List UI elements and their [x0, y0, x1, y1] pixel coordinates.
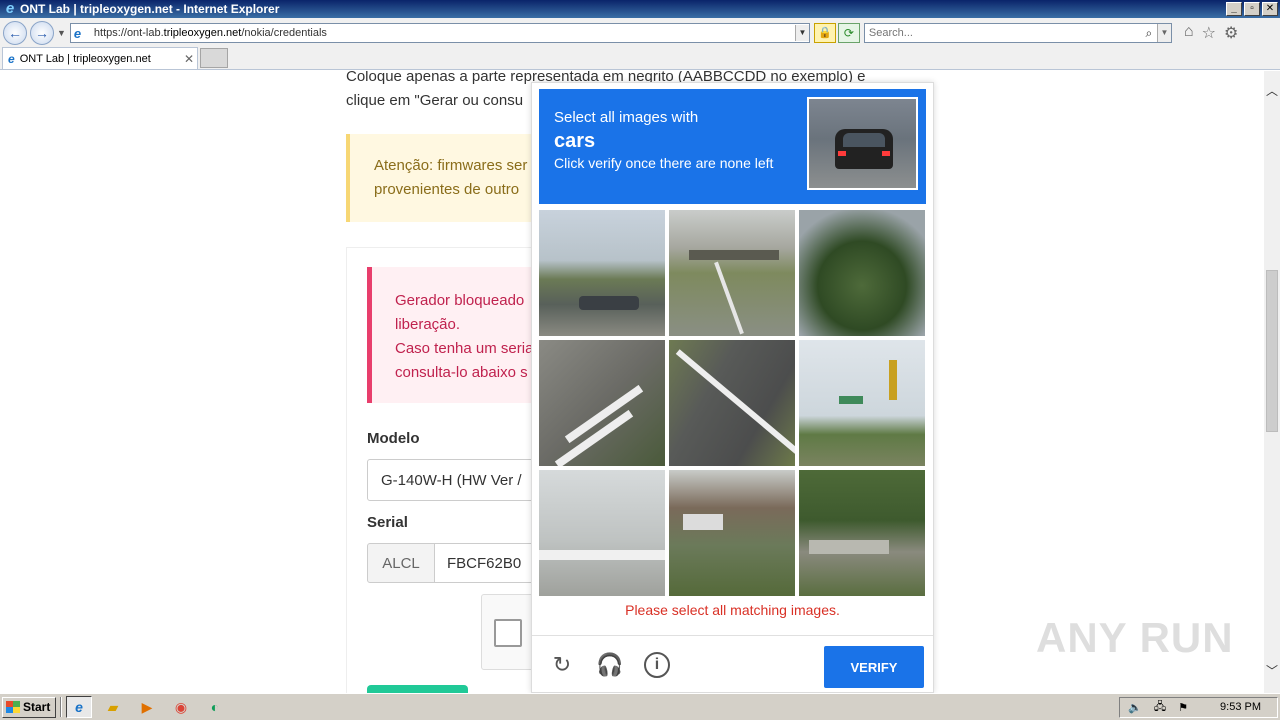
scroll-thumb[interactable] — [1266, 270, 1278, 432]
tab-favicon-icon: e — [8, 51, 15, 66]
search-icon[interactable]: ⌕ — [1141, 26, 1157, 41]
generate-button[interactable] — [367, 685, 468, 693]
serial-label: Serial — [367, 514, 408, 531]
captcha-header: Select all images with cars Click verify… — [539, 89, 926, 204]
tab-ont-lab[interactable]: e ONT Lab | tripleoxygen.net ✕ — [2, 47, 198, 69]
window-title-bar: e ONT Lab | tripleoxygen.net - Internet … — [0, 0, 1280, 18]
settings-gear-icon[interactable]: ⚙ — [1224, 23, 1238, 43]
captcha-instruction: Click verify once there are none left — [554, 155, 774, 171]
home-icon[interactable]: ⌂ — [1184, 23, 1194, 43]
new-tab-button[interactable] — [200, 48, 228, 68]
search-dropdown-icon[interactable]: ▼ — [1156, 24, 1171, 42]
lock-icon[interactable]: 🔒 — [813, 23, 836, 43]
refresh-challenge-icon[interactable]: ↻ — [548, 651, 576, 679]
chrome-taskbar-icon[interactable]: ◉ — [168, 696, 194, 718]
captcha-tile-4[interactable] — [539, 340, 665, 466]
history-dropdown-icon[interactable]: ▼ — [57, 28, 66, 38]
captcha-example-image — [807, 97, 918, 190]
page-scrollbar[interactable]: ︿ ﹀ — [1264, 71, 1280, 693]
captcha-tile-2[interactable] — [669, 210, 795, 336]
window-controls: _ ▫ ✕ — [1226, 2, 1278, 16]
scroll-down-icon[interactable]: ﹀ — [1264, 663, 1280, 679]
start-button[interactable]: Start — [2, 696, 56, 718]
captcha-tile-6[interactable] — [799, 340, 925, 466]
clock[interactable]: 9:53 PM — [1220, 701, 1261, 713]
serial-prefix: ALCL — [367, 543, 435, 583]
toolbar-icons: ⌂ ☆ ⚙ — [1184, 23, 1238, 43]
anyrun-watermark: ANY RUN — [1036, 614, 1234, 661]
example-car-light — [882, 151, 890, 156]
example-car-light — [838, 151, 846, 156]
window-title: ONT Lab | tripleoxygen.net - Internet Ex… — [20, 2, 280, 16]
address-dropdown-icon[interactable]: ▼ — [794, 25, 809, 41]
search-field[interactable]: ⌕ ▼ — [863, 23, 1172, 43]
scroll-up-icon[interactable]: ︿ — [1264, 83, 1280, 99]
url-text[interactable]: https://ont-lab.tripleoxygen.net/nokia/c… — [94, 27, 795, 39]
favorites-star-icon[interactable]: ☆ — [1202, 23, 1216, 43]
captcha-tile-7[interactable] — [539, 470, 665, 596]
captcha-tile-5[interactable] — [669, 340, 795, 466]
network-icon[interactable]: 🖧 — [1154, 698, 1166, 717]
refresh-icon[interactable]: ⟳ — [837, 23, 860, 43]
search-input[interactable] — [864, 27, 1141, 39]
start-label: Start — [23, 700, 51, 714]
captcha-tile-3[interactable] — [799, 210, 925, 336]
restore-button[interactable]: ▫ — [1244, 2, 1260, 16]
taskbar: Start e ▰ ▶ ◉ ◐ 🔈 🖧 ⚑ 9:53 PM — [0, 693, 1280, 720]
windows-logo-icon — [6, 701, 20, 713]
back-button[interactable]: ← — [3, 21, 27, 45]
system-tray: 🔈 🖧 ⚑ 9:53 PM — [1119, 696, 1278, 718]
ie-taskbar-icon[interactable]: e — [66, 696, 92, 718]
captcha-subject: cars — [554, 130, 596, 152]
close-tab-icon[interactable]: ✕ — [181, 52, 197, 66]
flag-icon[interactable]: ⚑ — [1178, 701, 1188, 714]
captcha-tile-1[interactable] — [539, 210, 665, 336]
captcha-error-message: Please select all matching images. — [625, 602, 840, 618]
captcha-image-grid — [539, 210, 926, 597]
captcha-footer: ↻ 🎧 i VERIFY — [532, 635, 933, 693]
address-field[interactable]: e https://ont-lab.tripleoxygen.net/nokia… — [69, 23, 810, 43]
example-car-window — [843, 133, 885, 147]
volume-icon[interactable]: 🔈 — [1128, 701, 1142, 714]
minimize-button[interactable]: _ — [1226, 2, 1242, 16]
site-favicon-icon: e — [73, 25, 82, 41]
captcha-prompt: Select all images with — [554, 109, 699, 126]
address-toolbar: ← → ▼ e https://ont-lab.tripleoxygen.net… — [0, 18, 1280, 48]
forward-button[interactable]: → — [30, 21, 54, 45]
close-window-button[interactable]: ✕ — [1262, 2, 1278, 16]
audio-challenge-icon[interactable]: 🎧 — [596, 651, 624, 679]
tab-label: ONT Lab | tripleoxygen.net — [19, 52, 151, 65]
captcha-tile-9[interactable] — [799, 470, 925, 596]
ie-icon: e — [5, 0, 15, 17]
captcha-checkbox[interactable] — [494, 619, 522, 647]
captcha-tile-8[interactable] — [669, 470, 795, 596]
info-icon[interactable]: i — [644, 652, 670, 678]
taskbar-separator — [60, 697, 62, 717]
media-player-taskbar-icon[interactable]: ▶ — [134, 696, 160, 718]
captcha-challenge-dialog: Select all images with cars Click verify… — [531, 82, 934, 693]
edge-taskbar-icon[interactable]: ◐ — [202, 696, 228, 718]
tab-bar: e ONT Lab | tripleoxygen.net ✕ — [0, 47, 1280, 70]
modelo-label: Modelo — [367, 430, 420, 447]
explorer-taskbar-icon[interactable]: ▰ — [100, 696, 126, 718]
verify-button[interactable]: VERIFY — [824, 646, 924, 688]
